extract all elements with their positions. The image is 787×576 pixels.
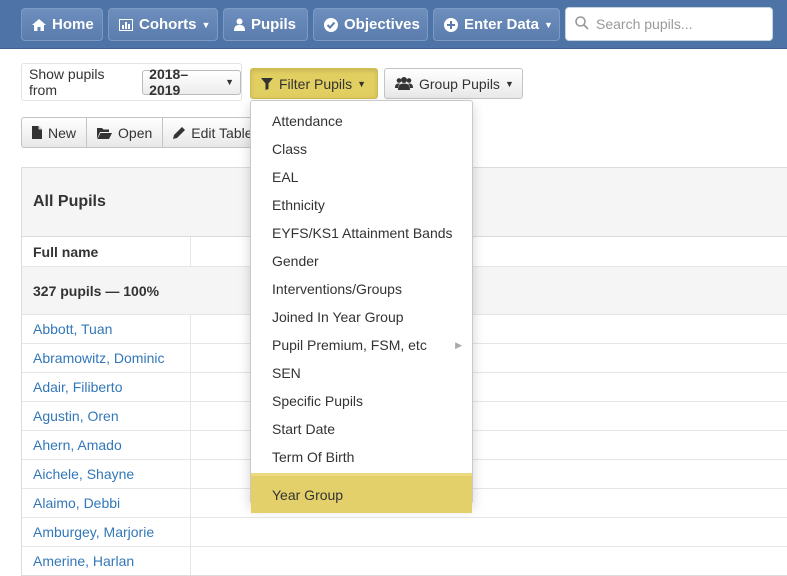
- menu-item-label: Year Group: [272, 486, 344, 503]
- menu-item-ethnicity[interactable]: Ethnicity: [251, 191, 472, 219]
- menu-item-label: Gender: [272, 253, 319, 269]
- table-row: Amerine, Harlan: [22, 547, 787, 575]
- menu-item-joined-in-year-group[interactable]: Joined In Year Group: [251, 303, 472, 331]
- chevron-down-icon: ▼: [357, 78, 367, 89]
- cohorts-label: Cohorts: [139, 16, 197, 33]
- search-icon: [575, 15, 589, 33]
- plus-circle-icon: [444, 17, 458, 32]
- menu-item-label: SEN: [272, 365, 301, 381]
- menu-item-specific-pupils[interactable]: Specific Pupils: [251, 387, 472, 415]
- home-icon: [32, 18, 46, 31]
- pupil-name-link[interactable]: Adair, Filiberto: [33, 379, 122, 395]
- cohorts-button[interactable]: Cohorts ▼: [108, 8, 218, 41]
- menu-item-class[interactable]: Class: [251, 135, 472, 163]
- menu-item-eyfs-ks1-attainment-bands[interactable]: EYFS/KS1 Attainment Bands: [251, 219, 472, 247]
- menu-item-label: Interventions/Groups: [272, 281, 402, 297]
- chevron-down-icon: ▼: [504, 78, 514, 89]
- year-select[interactable]: 2018–2019 ▼: [142, 66, 241, 98]
- filter-pupils-button[interactable]: Filter Pupils ▼: [250, 68, 378, 99]
- new-button[interactable]: New: [21, 117, 88, 148]
- group-pupils-label: Group Pupils: [419, 75, 500, 92]
- new-label: New: [48, 124, 77, 141]
- menu-item-label: EAL: [272, 169, 299, 185]
- table-row: Amburgey, Marjorie: [22, 518, 787, 547]
- menu-item-interventions-groups[interactable]: Interventions/Groups: [251, 275, 472, 303]
- column-header-full-name[interactable]: Full name: [22, 237, 191, 266]
- year-filter-box: Show pupils from 2018–2019 ▼: [21, 63, 242, 101]
- pupil-name-link[interactable]: Amerine, Harlan: [33, 553, 134, 569]
- menu-item-attendance[interactable]: Attendance: [251, 107, 472, 135]
- menu-item-label: Class: [272, 141, 308, 157]
- objectives-label: Objectives: [344, 16, 420, 33]
- menu-item-label: Pupil Premium, FSM, etc: [272, 337, 427, 353]
- objectives-button[interactable]: Objectives: [313, 8, 428, 41]
- folder-open-icon: [97, 127, 113, 139]
- menu-item-term-of-birth[interactable]: Term Of Birth: [251, 443, 472, 471]
- menu-item-label: Ethnicity: [272, 197, 325, 213]
- users-icon: [395, 77, 413, 90]
- menu-item-label: Start Date: [272, 421, 336, 437]
- menu-item-sen[interactable]: SEN: [251, 359, 472, 387]
- pupil-name-link[interactable]: Abbott, Tuan: [33, 321, 112, 337]
- pupil-name-link[interactable]: Ahern, Amado: [33, 437, 122, 453]
- table-toolbar: New Open Edit Table: [21, 117, 253, 148]
- open-label: Open: [118, 124, 153, 141]
- bar-chart-icon: [119, 18, 133, 31]
- chevron-down-icon: ▼: [544, 19, 553, 30]
- edit-table-button[interactable]: Edit Table: [162, 117, 253, 148]
- filter-icon: [261, 77, 273, 90]
- menu-item-label: Attendance: [272, 113, 343, 129]
- check-circle-icon: [324, 17, 338, 32]
- menu-item-gender[interactable]: Gender: [251, 247, 472, 275]
- chevron-down-icon: ▼: [225, 77, 234, 87]
- home-button[interactable]: Home: [21, 8, 103, 41]
- enter-data-label: Enter Data: [464, 16, 540, 33]
- menu-item-eal[interactable]: EAL: [251, 163, 472, 191]
- menu-item-year-group[interactable]: Year Group: [251, 473, 472, 513]
- filter-pupils-menu: Attendance Class EAL Ethnicity EYFS/KS1 Atta…: [250, 100, 473, 513]
- menu-item-label: Specific Pupils: [272, 393, 364, 409]
- menu-item-label: EYFS/KS1 Attainment Bands: [272, 225, 453, 241]
- pencil-icon: [173, 126, 186, 139]
- show-pupils-label: Show pupils from: [29, 66, 105, 98]
- pupil-name-link[interactable]: Abramowitz, Dominic: [33, 350, 164, 366]
- pupil-name-link[interactable]: Aichele, Shayne: [33, 466, 134, 482]
- file-icon: [32, 126, 42, 139]
- menu-item-label: Term Of Birth: [272, 449, 355, 465]
- pupil-name-link[interactable]: Agustin, Oren: [33, 408, 119, 424]
- filter-pupils-label: Filter Pupils: [279, 75, 353, 92]
- pupil-name-link[interactable]: Alaimo, Debbi: [33, 495, 120, 511]
- open-button[interactable]: Open: [86, 117, 164, 148]
- menu-item-pupil-premium-fsm-etc[interactable]: Pupil Premium, FSM, etc ▶: [251, 331, 472, 359]
- home-label: Home: [52, 16, 94, 33]
- pupil-name-link[interactable]: Amburgey, Marjorie: [33, 524, 154, 540]
- search-box[interactable]: [565, 7, 773, 41]
- user-icon: [234, 18, 245, 31]
- pupils-button[interactable]: Pupils: [223, 8, 308, 41]
- chevron-down-icon: ▼: [201, 19, 211, 30]
- enter-data-button[interactable]: Enter Data ▼: [433, 8, 560, 41]
- year-value: 2018–2019: [149, 66, 189, 98]
- search-input[interactable]: [596, 16, 761, 32]
- menu-item-start-date[interactable]: Start Date: [251, 415, 472, 443]
- chevron-right-icon: ▶: [455, 339, 462, 350]
- menu-item-label: Joined In Year Group: [272, 309, 404, 325]
- top-navbar: Home Cohorts ▼ Pupils Objectives Enter D…: [0, 0, 787, 49]
- pupils-label: Pupils: [251, 16, 297, 33]
- group-pupils-button[interactable]: Group Pupils ▼: [384, 68, 523, 99]
- edit-table-label: Edit Table: [191, 124, 253, 141]
